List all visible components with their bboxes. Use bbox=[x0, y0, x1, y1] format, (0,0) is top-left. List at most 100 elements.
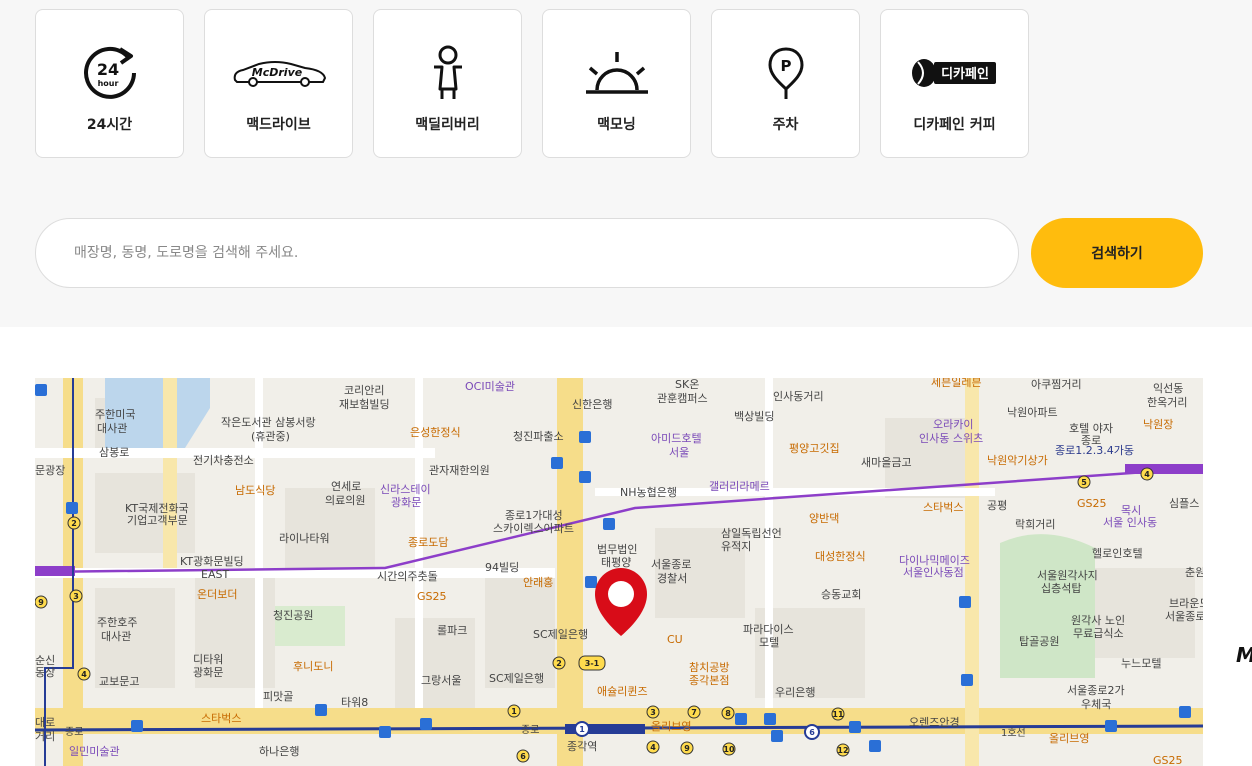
svg-text:1: 1 bbox=[579, 725, 585, 734]
svg-text:하나은행: 하나은행 bbox=[259, 744, 299, 758]
service-decaf-button[interactable]: 디카페인 디카페인 커피 bbox=[880, 9, 1029, 158]
svg-text:McDrive: McDrive bbox=[251, 66, 302, 79]
svg-text:안래홍: 안래홍 bbox=[523, 575, 553, 589]
service-mcmorning-button[interactable]: 맥모닝 bbox=[542, 9, 691, 158]
svg-text:OCI미술관: OCI미술관 bbox=[465, 380, 515, 393]
svg-text:재보험빌딩: 재보험빌딩 bbox=[339, 398, 390, 411]
svg-text:GS25: GS25 bbox=[1153, 754, 1183, 766]
svg-text:연세로: 연세로 bbox=[331, 480, 361, 493]
svg-text:스타벅스: 스타벅스 bbox=[201, 712, 241, 725]
svg-text:거리: 거리 bbox=[35, 730, 55, 743]
svg-text:hour: hour bbox=[97, 79, 118, 88]
svg-text:3: 3 bbox=[650, 708, 656, 717]
svg-text:청진파출소: 청진파출소 bbox=[513, 430, 564, 443]
svg-text:9: 9 bbox=[684, 744, 690, 753]
store-search-input[interactable] bbox=[35, 218, 1019, 288]
svg-text:오라카이: 오라카이 bbox=[933, 418, 973, 431]
svg-text:서울종로2가: 서울종로2가 bbox=[1067, 684, 1125, 697]
svg-text:무료급식소: 무료급식소 bbox=[1073, 627, 1124, 640]
svg-text:의료의원: 의료의원 bbox=[325, 494, 365, 507]
search-button[interactable]: 검색하기 bbox=[1031, 218, 1203, 288]
svg-text:라이나타워: 라이나타워 bbox=[279, 532, 330, 545]
svg-text:서울종로: 서울종로 bbox=[651, 558, 691, 571]
svg-text:심플스: 심플스 bbox=[1169, 497, 1199, 510]
svg-text:누느모텔: 누느모텔 bbox=[1121, 657, 1161, 670]
svg-text:남도식당: 남도식당 bbox=[235, 484, 275, 497]
svg-text:평양고깃집: 평양고깃집 bbox=[789, 442, 840, 455]
svg-text:은성한정식: 은성한정식 bbox=[410, 426, 461, 439]
service-24h-button[interactable]: 24 hour 24시간 bbox=[35, 9, 184, 158]
svg-text:승동교회: 승동교회 bbox=[821, 588, 861, 601]
svg-text:코리안리: 코리안리 bbox=[344, 384, 384, 397]
service-parking-button[interactable]: P 주차 bbox=[711, 9, 860, 158]
svg-text:태평양: 태평양 bbox=[601, 556, 631, 569]
svg-text:디타워: 디타워 bbox=[193, 653, 223, 666]
svg-text:문광장: 문광장 bbox=[35, 464, 65, 477]
svg-text:2: 2 bbox=[556, 659, 562, 668]
svg-text:종로: 종로 bbox=[65, 726, 83, 738]
svg-text:3: 3 bbox=[73, 592, 79, 601]
svg-text:춘원: 춘원 bbox=[1185, 566, 1203, 579]
svg-text:파라다이스: 파라다이스 bbox=[743, 623, 794, 636]
svg-text:스타벅스: 스타벅스 bbox=[923, 501, 963, 514]
svg-text:SC제일은행: SC제일은행 bbox=[533, 627, 588, 641]
svg-text:서울 인사동: 서울 인사동 bbox=[1103, 516, 1157, 529]
edge-text: M bbox=[1236, 643, 1252, 667]
svg-text:EAST: EAST bbox=[201, 568, 229, 581]
svg-text:P: P bbox=[780, 57, 791, 75]
tapgol-park bbox=[1000, 534, 1095, 678]
svg-text:세븐일레븐: 세븐일레븐 bbox=[931, 378, 982, 389]
svg-text:대로: 대로 bbox=[35, 716, 55, 729]
svg-text:스카이렉스아파트: 스카이렉스아파트 bbox=[493, 522, 574, 535]
svg-text:9: 9 bbox=[38, 598, 44, 607]
svg-text:서울: 서울 bbox=[669, 446, 689, 459]
svg-text:신한은행: 신한은행 bbox=[572, 398, 612, 411]
service-label: 24시간 bbox=[86, 117, 133, 133]
svg-text:5: 5 bbox=[1081, 478, 1087, 487]
svg-text:종각본점: 종각본점 bbox=[689, 674, 729, 687]
svg-text:한옥거리: 한옥거리 bbox=[1147, 396, 1187, 409]
svg-text:낙원아파트: 낙원아파트 bbox=[1007, 406, 1058, 419]
svg-text:우리은행: 우리은행 bbox=[775, 686, 815, 699]
svg-text:종로1.2.3.4가동: 종로1.2.3.4가동 bbox=[1055, 444, 1134, 457]
svg-text:롤파크: 롤파크 bbox=[437, 624, 467, 637]
mcdrive-car-icon: McDrive bbox=[205, 44, 352, 102]
svg-text:24: 24 bbox=[96, 60, 118, 79]
svg-text:대사관: 대사관 bbox=[97, 422, 127, 435]
svg-text:작은도서관 삼봉서랑: 작은도서관 삼봉서랑 bbox=[221, 416, 316, 429]
svg-text:십층석탑: 십층석탑 bbox=[1041, 582, 1081, 595]
svg-text:후니도니: 후니도니 bbox=[293, 660, 333, 673]
map-canvas: 주한미국 대사관 코리안리 재보험빌딩 OCI미술관 신한은행 SK온 관훈캠퍼… bbox=[35, 378, 1203, 766]
svg-text:서울원각사지: 서울원각사지 bbox=[1037, 569, 1098, 582]
svg-text:12: 12 bbox=[837, 746, 848, 755]
svg-text:헬로인호텔: 헬로인호텔 bbox=[1092, 547, 1143, 560]
svg-text:시간의주춧돌: 시간의주춧돌 bbox=[377, 570, 438, 583]
svg-text:기업고객부문: 기업고객부문 bbox=[127, 514, 188, 527]
svg-text:종로: 종로 bbox=[521, 724, 539, 736]
svg-text:SC제일은행: SC제일은행 bbox=[489, 671, 544, 685]
svg-text:익선동: 익선동 bbox=[1153, 382, 1183, 395]
service-delivery-button[interactable]: 맥딜리버리 bbox=[373, 9, 522, 158]
store-map[interactable]: 주한미국 대사관 코리안리 재보험빌딩 OCI미술관 신한은행 SK온 관훈캠퍼… bbox=[35, 378, 1203, 766]
svg-text:참치공방: 참치공방 bbox=[689, 661, 729, 674]
svg-text:1호선: 1호선 bbox=[1001, 727, 1026, 739]
svg-text:4: 4 bbox=[1144, 470, 1150, 479]
service-label: 맥모닝 bbox=[597, 117, 636, 133]
svg-text:올리브영: 올리브영 bbox=[1049, 732, 1089, 745]
svg-text:양반댁: 양반댁 bbox=[809, 512, 839, 525]
svg-text:종로도담: 종로도담 bbox=[408, 536, 448, 549]
svg-text:관훈캠퍼스: 관훈캠퍼스 bbox=[657, 392, 708, 405]
svg-text:락희거리: 락희거리 bbox=[1015, 518, 1055, 531]
svg-text:1: 1 bbox=[511, 707, 517, 716]
svg-text:공평: 공평 bbox=[987, 499, 1007, 512]
sunrise-icon bbox=[543, 44, 690, 102]
svg-text:4: 4 bbox=[650, 743, 656, 752]
decaf-coffee-icon: 디카페인 bbox=[881, 44, 1028, 102]
service-mcdrive-button[interactable]: McDrive 맥드라이브 bbox=[204, 9, 353, 158]
svg-text:광화문: 광화문 bbox=[193, 666, 223, 679]
svg-text:탑골공원: 탑골공원 bbox=[1019, 635, 1059, 648]
svg-text:인사동 스위츠: 인사동 스위츠 bbox=[919, 432, 983, 445]
clock-24-icon: 24 hour bbox=[36, 44, 183, 102]
svg-text:서울인사동점: 서울인사동점 bbox=[903, 566, 964, 579]
svg-text:관자재한의원: 관자재한의원 bbox=[429, 464, 490, 477]
